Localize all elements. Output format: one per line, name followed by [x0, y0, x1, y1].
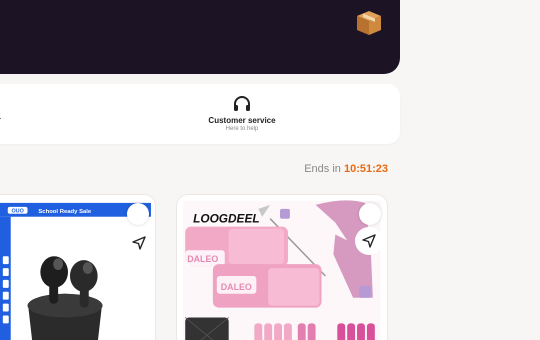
strap-label-top: DALEO [187, 254, 218, 264]
countdown-timer: Ends in 10:51:23 [304, 163, 388, 175]
service-card: Customer service Here to help [0, 84, 400, 144]
customer-service-sublabel: Here to help [225, 126, 259, 132]
product-card-ankle-straps[interactable]: LOOGDEEL DALEO DALEO [176, 194, 388, 340]
product-card-earbuds[interactable]: OUO School Ready Sale [0, 194, 156, 340]
customer-service-label: Customer service [208, 116, 276, 125]
customer-service-button[interactable]: Customer service Here to help [190, 94, 294, 132]
share-send-icon [362, 234, 376, 248]
ankle-straps-product-image: LOOGDEEL DALEO DALEO [177, 195, 387, 340]
share-button[interactable] [355, 227, 383, 255]
strap-label-bottom: DALEO [221, 282, 252, 292]
countdown-prefix: Ends in [304, 163, 341, 175]
countdown-time: 10:51:23 [343, 163, 388, 175]
partial-item-marker [0, 118, 1, 119]
headphones-icon [234, 96, 250, 111]
favorite-button[interactable] [359, 203, 381, 225]
product-brand: LOOGDEEL [193, 212, 259, 226]
hero-banner [0, 0, 400, 74]
package-box-icon[interactable] [354, 8, 384, 38]
school-ready-banner: School Ready Sale [38, 209, 92, 215]
share-send-icon [132, 236, 146, 250]
brand-badge: OUO [11, 208, 23, 214]
favorite-button[interactable] [127, 203, 149, 225]
share-button[interactable] [125, 229, 153, 257]
